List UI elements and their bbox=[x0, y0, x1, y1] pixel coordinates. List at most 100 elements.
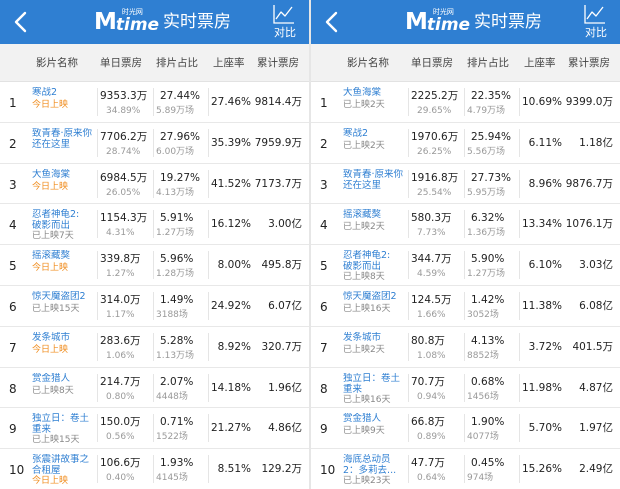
movie-title-link[interactable]: 赏金猎人 bbox=[343, 413, 407, 424]
cell-divider bbox=[408, 455, 409, 484]
table-row[interactable]: 3 大鱼海棠 今日上映 6984.5万 26.05% 19.27% 4.13万场 41.52%… bbox=[0, 164, 309, 205]
cell-divider bbox=[464, 251, 465, 280]
movie-title-link[interactable]: 大鱼海棠 bbox=[343, 87, 407, 98]
movie-title-link[interactable]: 寒战2 bbox=[32, 87, 96, 98]
table-row[interactable]: 3 致青春·原来你 还在这里 1916.8万 25.54% 27.73% 5.95万场 8.9… bbox=[311, 164, 620, 205]
occupancy-rate: 11.98% bbox=[521, 381, 562, 394]
rank-number: 1 bbox=[320, 96, 328, 110]
cell-divider bbox=[97, 414, 98, 443]
rank-number: 6 bbox=[9, 300, 17, 314]
cumulative-box-office: 4.87亿 bbox=[579, 381, 613, 394]
rank-number: 5 bbox=[320, 259, 328, 274]
table-row[interactable]: 2 致青春·原来你 还在这里 7706.2万 28.74% 27.96% 6.00万场 35.… bbox=[0, 123, 309, 164]
cell-divider bbox=[97, 292, 98, 320]
cumulative-box-office: 1.97亿 bbox=[579, 422, 613, 435]
compare-button[interactable]: 对比 bbox=[575, 2, 615, 42]
rank-number: 2 bbox=[9, 136, 17, 151]
daily-box-office: 6984.5万 bbox=[100, 171, 148, 184]
rank-number: 10 bbox=[320, 463, 336, 478]
daily-percentage: 0.40% bbox=[106, 473, 135, 484]
cumulative-box-office: 401.5万 bbox=[572, 340, 613, 353]
daily-percentage: 1.17% bbox=[106, 310, 135, 320]
cell-divider bbox=[408, 128, 409, 157]
release-status: 已上映7天 bbox=[32, 231, 74, 242]
movie-title-link[interactable]: 摇滚藏獒 bbox=[32, 250, 96, 261]
cell-divider bbox=[97, 332, 98, 361]
table-row[interactable]: 5 忍者神龟2: 破影而出 已上映8天 344.7万 4.59% 5.90% 1.27万场 6.… bbox=[311, 245, 620, 286]
compare-button[interactable]: 对比 bbox=[264, 2, 304, 42]
cell-divider bbox=[153, 414, 154, 443]
cell-divider bbox=[208, 455, 209, 484]
screening-count: 3188场 bbox=[156, 310, 188, 320]
cumulative-box-office: 9814.4万 bbox=[254, 96, 302, 108]
table-row[interactable]: 6 惊天魔盗团2 已上映15天 314.0万 1.17% 1.49% 3188场 24.92%… bbox=[0, 286, 309, 327]
movie-title-link[interactable]: 大鱼海棠 bbox=[32, 169, 96, 180]
logo-time: time bbox=[115, 15, 160, 35]
movie-title-link[interactable]: 独立日：卷土 重来 bbox=[32, 413, 96, 435]
cell-divider bbox=[208, 373, 209, 402]
movie-title-link[interactable]: 摇滚藏獒 bbox=[343, 209, 407, 220]
table-row[interactable]: 1 大鱼海棠 已上映2天 2225.2万 29.65% 22.35% 4.79万场 10.69… bbox=[311, 82, 620, 123]
screening-count: 1.36万场 bbox=[467, 228, 506, 239]
table-row[interactable]: 10 海底总动员 2：多莉去... 已上映23天 47.7万 0.64% 0.45% 974场… bbox=[311, 449, 620, 489]
daily-box-office: 1154.3万 bbox=[100, 212, 148, 225]
table-row[interactable]: 7 发条城市 已上映2天 80.8万 1.08% 4.13% 8852场 3.72% 401.5… bbox=[311, 327, 620, 368]
movie-title-link[interactable]: 张震讲故事之 合租屋 bbox=[32, 454, 96, 476]
release-status: 今日上映 bbox=[32, 181, 69, 192]
screening-count: 4.13万场 bbox=[156, 187, 195, 198]
movie-title-link[interactable]: 海底总动员 2：多莉去... bbox=[343, 454, 407, 476]
table-row[interactable]: 7 发条城市 今日上映 283.6万 1.06% 5.28% 1.13万场 8.92% 320.… bbox=[0, 327, 309, 368]
daily-percentage: 25.54% bbox=[417, 187, 452, 198]
line-chart-icon bbox=[273, 5, 294, 24]
table-row[interactable]: 8 独立日：卷土 重来 已上映16天 70.7万 0.94% 0.68% 1456场 11.98… bbox=[311, 368, 620, 409]
mtime-logo: M 时光网 time bbox=[405, 8, 470, 35]
cell-divider bbox=[153, 373, 154, 402]
back-arrow-icon[interactable] bbox=[323, 11, 343, 33]
table-row[interactable]: 10 张震讲故事之 合租屋 今日上映 106.6万 0.40% 1.93% 4145场 8.51… bbox=[0, 449, 309, 489]
cumulative-box-office: 6.08亿 bbox=[579, 300, 613, 312]
column-header-share: 排片占比 bbox=[467, 57, 509, 69]
movie-title-line: 赏金猎人 bbox=[343, 413, 382, 425]
cell-divider bbox=[519, 414, 520, 443]
movie-title-link[interactable]: 赏金猎人 bbox=[32, 373, 96, 384]
table-row[interactable]: 2 寒战2 已上映2天 1970.6万 26.25% 25.94% 5.56万场 6.11% 1… bbox=[311, 123, 620, 164]
table-row[interactable]: 4 忍者神龟2: 破影而出 已上映7天 1154.3万 4.31% 5.91% 1.27万场 1… bbox=[0, 204, 309, 246]
back-arrow-icon[interactable] bbox=[12, 11, 32, 33]
screening-count: 4145场 bbox=[156, 473, 188, 484]
movie-title-link[interactable]: 寒战2 bbox=[343, 128, 407, 139]
movie-title-link[interactable]: 发条城市 bbox=[32, 332, 96, 343]
cell-divider bbox=[519, 210, 520, 239]
movie-title-link[interactable]: 忍者神龟2: 破影而出 bbox=[32, 209, 96, 231]
cumulative-box-office: 6.07亿 bbox=[268, 300, 302, 312]
movie-title-link[interactable]: 惊天魔盗团2 bbox=[32, 291, 96, 302]
cell-divider bbox=[153, 251, 154, 280]
rank-number: 2 bbox=[320, 136, 328, 151]
table-row[interactable]: 1 寒战2 今日上映 9353.3万 34.89% 27.44% 5.89万场 27.46% 9… bbox=[0, 82, 309, 123]
table-row[interactable]: 9 独立日：卷土 重来 已上映15天 150.0万 0.56% 0.71% 1522场 21.2… bbox=[0, 408, 309, 450]
daily-percentage: 0.56% bbox=[106, 432, 135, 443]
cumulative-box-office: 320.7万 bbox=[261, 340, 302, 353]
movie-title-link[interactable]: 惊天魔盗团2 bbox=[343, 291, 407, 302]
daily-box-office: 339.8万 bbox=[100, 253, 141, 266]
cell-divider bbox=[408, 88, 409, 116]
table-row[interactable]: 5 摇滚藏獒 今日上映 339.8万 1.27% 5.96% 1.28万场 8.00% 495.… bbox=[0, 245, 309, 286]
occupancy-rate: 8.51% bbox=[217, 463, 251, 476]
movie-title-link[interactable]: 发条城市 bbox=[343, 332, 407, 343]
table-row[interactable]: 4 摇滚藏獒 已上映2天 580.3万 7.73% 6.32% 1.36万场 13.34% 10… bbox=[311, 204, 620, 246]
daily-box-office: 344.7万 bbox=[411, 253, 452, 266]
table-row[interactable]: 9 赏金猎人 已上映9天 66.8万 0.89% 1.90% 4077场 5.70% 1.97亿 bbox=[311, 408, 620, 450]
rank-number: 9 bbox=[320, 422, 328, 437]
movie-title-link[interactable]: 致青春·原来你 还在这里 bbox=[32, 128, 96, 150]
cell-divider bbox=[153, 292, 154, 320]
movie-title-line: 寒战2 bbox=[32, 87, 58, 98]
daily-percentage: 1.08% bbox=[417, 350, 446, 361]
daily-percentage: 1.27% bbox=[106, 269, 135, 280]
movie-title-link[interactable]: 独立日：卷土 重来 bbox=[343, 373, 407, 395]
rank-number: 7 bbox=[9, 340, 17, 355]
screening-count: 8852场 bbox=[467, 350, 499, 361]
movie-title-link[interactable]: 忍者神龟2: 破影而出 bbox=[343, 250, 407, 272]
screening-share: 1.90% bbox=[471, 416, 505, 429]
movie-title-link[interactable]: 致青春·原来你 还在这里 bbox=[343, 169, 407, 191]
table-row[interactable]: 6 惊天魔盗团2 已上映16天 124.5万 1.66% 1.42% 3052场 11.38%… bbox=[311, 286, 620, 327]
table-row[interactable]: 8 赏金猎人 已上映8天 214.7万 0.80% 2.07% 4448场 14.18% 1.9… bbox=[0, 368, 309, 409]
